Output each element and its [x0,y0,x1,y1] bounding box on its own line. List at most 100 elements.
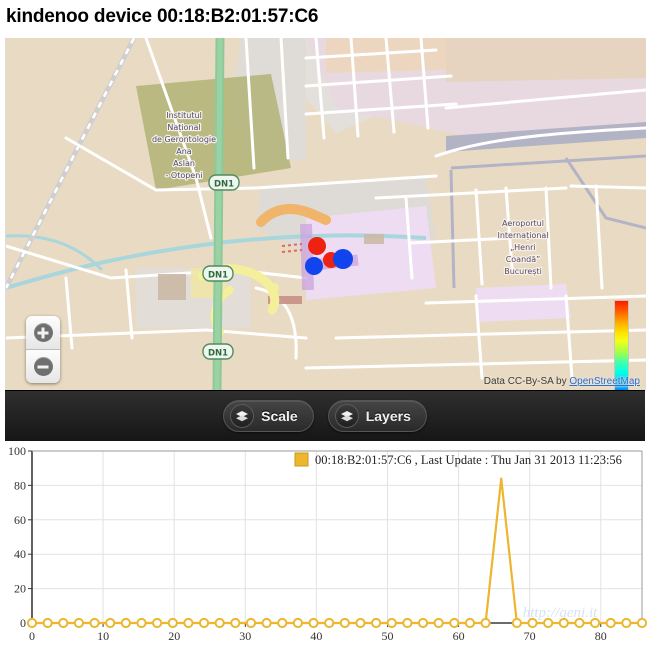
data-point[interactable] [371,617,382,629]
data-point[interactable] [198,617,210,629]
zoom-controls[interactable] [26,316,60,383]
x-tick-label: 10 [97,629,109,643]
data-point[interactable] [636,617,648,629]
zoom-out-button[interactable] [26,350,60,383]
layers-button[interactable]: Layers [327,400,427,432]
svg-text:DN1: DN1 [208,349,228,359]
data-point[interactable] [292,617,303,629]
title-bar: kindenoo device 00:18:B2:01:57:C6 [0,0,650,34]
data-point[interactable] [402,617,413,629]
data-point[interactable] [589,617,601,629]
data-point[interactable] [105,617,116,629]
x-tick-label: 70 [524,629,536,643]
map-label: Ana [176,147,192,156]
device-marker-blue[interactable] [305,257,323,275]
data-point[interactable] [136,617,147,629]
legend-label: 00:18:B2:01:57:C6 , Last Update : Thu Ja… [315,453,622,467]
data-point[interactable] [308,617,319,629]
data-point[interactable] [464,617,476,629]
data-point[interactable] [230,617,241,629]
data-point[interactable] [183,617,194,629]
map-label: Aslan [173,159,195,168]
map-panel[interactable]: Institutul Național de Gerontologie Ana Asla… [5,38,646,390]
map-label: Institutul [166,111,202,120]
y-tick-label: 80 [14,478,26,492]
data-point[interactable] [355,617,366,629]
map-label: de Gerontologie [152,135,216,144]
data-point[interactable] [120,617,131,629]
data-point[interactable] [324,617,335,629]
scale-button-label: Scale [261,408,298,424]
data-point[interactable] [261,617,272,629]
map-attribution: Data CC-By-SA by OpenStreetMap [484,376,640,387]
map-tiles: Institutul Național de Gerontologie Ana Asla… [6,38,646,390]
device-marker-red[interactable] [308,237,326,255]
y-tick-label: 40 [14,547,26,561]
x-tick-label: 50 [381,629,393,643]
x-tick-label: 0 [29,629,35,643]
page-title: kindenoo device 00:18:B2:01:57:C6 [6,6,319,27]
x-tick-label: 30 [239,629,251,643]
airport-label: Internațional [497,231,548,241]
airport-label: Aeroportul [502,219,544,228]
x-tick-label: 20 [168,629,180,643]
data-point[interactable] [167,617,178,629]
data-point[interactable] [277,617,288,629]
layers-icon [334,404,359,428]
data-point[interactable] [511,617,522,629]
chart-svg: 020406080100 0 10 20 30 40 50 60 70 80 http://ge… [0,441,650,650]
data-point[interactable] [386,617,397,629]
data-point[interactable] [58,617,69,629]
minus-icon [33,357,53,376]
data-point[interactable] [574,617,585,629]
x-tick-label: 60 [453,629,465,643]
x-tick-label: 80 [595,629,607,643]
device-marker-blue[interactable] [333,249,353,269]
layers-icon [230,404,255,428]
x-tick-label: 40 [310,629,322,643]
legend-swatch [294,452,309,467]
data-point[interactable] [543,617,554,629]
svg-text:DN1: DN1 [214,180,234,190]
road-shield-dn1: DN1 [208,174,240,191]
data-point[interactable] [214,617,225,629]
openstreetmap-link[interactable]: OpenStreetMap [569,376,640,387]
data-point[interactable] [558,617,569,629]
data-point[interactable] [89,617,100,629]
road-shield-dn1: DN1 [202,265,234,282]
map-toolbar: Scale Layers [5,390,645,441]
map-label: - Otopeni [165,171,202,180]
device-detail-page: kindenoo device 00:18:B2:01:57:C6 Instit… [0,0,650,650]
attribution-text: Data CC-By-SA by [483,376,567,387]
y-tick-label: 20 [14,582,26,596]
data-point[interactable] [449,617,460,629]
data-point[interactable] [26,617,38,629]
data-point[interactable] [152,617,163,629]
y-tick-label: 60 [14,513,26,527]
y-tick-label: 100 [8,444,26,458]
data-point[interactable] [417,617,429,629]
airport-label: Coandă” [506,255,541,264]
svg-text:DN1: DN1 [208,271,228,281]
data-point[interactable] [339,617,350,629]
signal-chart: 0 20 40 60 80 100 0 10 20 30 40 50 60 70 80 http://ge… [0,441,650,650]
data-point[interactable] [605,617,616,629]
map-label: Național [167,123,200,133]
data-point[interactable] [621,617,632,629]
data-point[interactable] [42,617,53,629]
data-point[interactable] [480,617,491,629]
road-shield-dn1: DN1 [202,343,234,360]
layers-button-label: Layers [365,408,411,424]
airport-label: „Henri [510,243,535,252]
y-tick-label: 0 [20,616,26,630]
scale-button[interactable]: Scale [223,400,314,432]
chart-legend: 00:18:B2:01:57:C6 , Last Update : Thu Ja… [294,452,622,467]
zoom-in-button[interactable] [26,316,60,350]
airport-label: București [504,267,542,277]
data-point[interactable] [527,617,538,629]
map-canvas[interactable]: Institutul Național de Gerontologie Ana Asla… [6,38,646,390]
plus-icon [33,323,53,342]
data-point[interactable] [73,617,85,629]
data-point[interactable] [433,617,444,629]
data-point[interactable] [245,617,257,629]
